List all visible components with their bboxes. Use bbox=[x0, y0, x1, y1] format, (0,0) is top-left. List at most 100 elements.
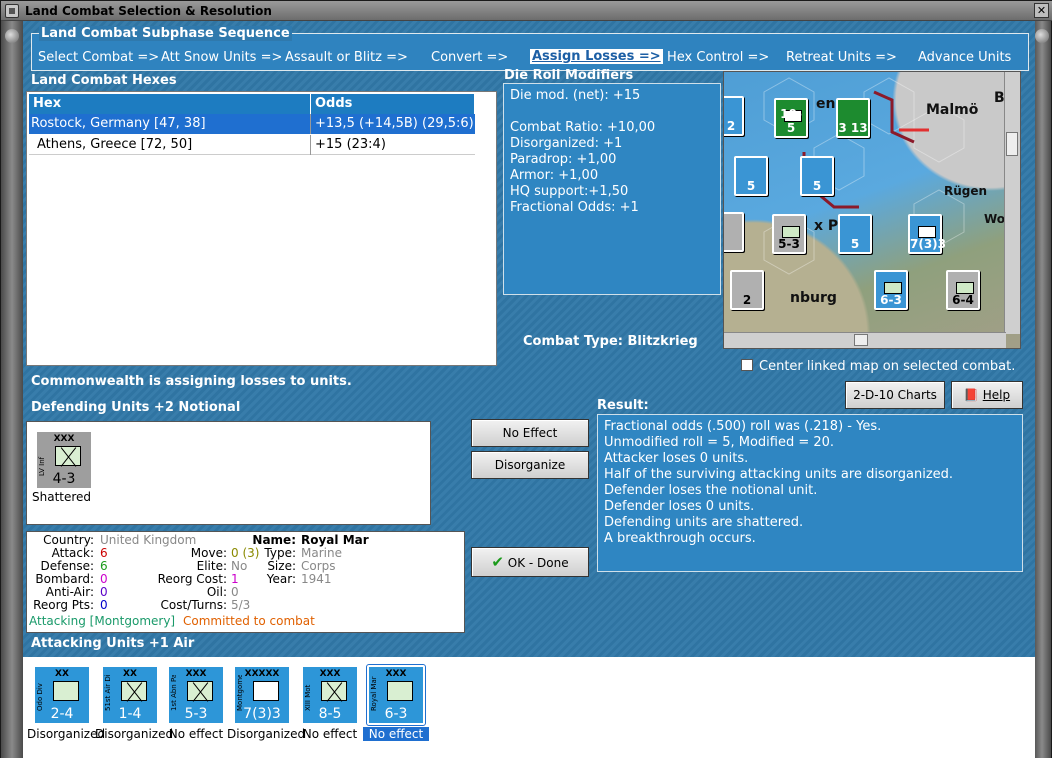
attacking-unit[interactable]: XXX 1st Abn Para 5-3 bbox=[167, 665, 225, 725]
step-assault-or-blitz[interactable]: Assault or Blitz => bbox=[285, 50, 408, 65]
map-counter[interactable]: 2 bbox=[730, 270, 764, 310]
map-counter[interactable]: 2 bbox=[724, 96, 744, 136]
result-line: Attacker loses 0 units. bbox=[604, 451, 749, 466]
odds-cell: +15 (23:4) bbox=[315, 137, 386, 152]
unit-strength: 4-3 bbox=[52, 471, 76, 487]
drm-line: Combat Ratio: +10,00 bbox=[510, 120, 656, 135]
attacking-unit-selected[interactable]: XXX Royal Mar 6-3 bbox=[366, 664, 426, 726]
scroll-thumb[interactable] bbox=[854, 334, 868, 346]
scroll-thumb[interactable] bbox=[1006, 132, 1018, 156]
drm-line: Fractional Odds: +1 bbox=[510, 200, 639, 215]
window-menu-icon[interactable] bbox=[5, 3, 19, 18]
die-roll-title: Die Roll Modifiers bbox=[504, 68, 634, 83]
status-message: Commonwealth is assigning losses to unit… bbox=[31, 374, 352, 389]
column-header-odds[interactable]: Odds bbox=[311, 94, 475, 114]
move-extra: (3) bbox=[242, 546, 260, 560]
move-label: Move: bbox=[190, 546, 227, 560]
map-counter[interactable]: 5 bbox=[734, 156, 768, 196]
antiair-label: Anti-Air: bbox=[45, 585, 94, 599]
unit-strength: 5-3 bbox=[184, 706, 208, 722]
oil-label: Oil: bbox=[206, 585, 227, 599]
column-header-hex[interactable]: Hex bbox=[29, 94, 311, 114]
marine-icon bbox=[387, 681, 413, 701]
odds-cell: +13,5 (+14,5B) (29,5:6) bbox=[315, 116, 474, 131]
attacking-unit[interactable]: XX 51st Air Div 1-4 bbox=[101, 665, 159, 725]
drm-line: Paradrop: +1,00 bbox=[510, 152, 617, 167]
step-assign-losses[interactable]: Assign Losses => bbox=[530, 49, 663, 64]
step-hex-control[interactable]: Hex Control => bbox=[667, 50, 769, 65]
costturns-label: Cost/Turns: bbox=[160, 598, 227, 612]
linked-map[interactable]: Malmö Bo Rügen Wol nburg x P en 2 10-5 3… bbox=[723, 71, 1021, 349]
map-counter[interactable]: 3 13 bbox=[836, 98, 870, 138]
result-line: Unmodified roll = 5, Modified = 20. bbox=[604, 435, 835, 450]
attacking-units-panel: XX Odo Div 2-4 Disorganized XX 51st Air … bbox=[23, 657, 1035, 758]
map-vertical-scrollbar[interactable] bbox=[1004, 72, 1020, 334]
infantry-icon bbox=[55, 446, 81, 466]
name-value: Royal Mar bbox=[301, 533, 369, 547]
step-advance-units[interactable]: Advance Units bbox=[918, 50, 1011, 65]
map-counter[interactable]: 7(3)3 bbox=[908, 214, 946, 254]
step-retreat-units[interactable]: Retreat Units => bbox=[786, 50, 897, 65]
knob-icon bbox=[5, 29, 19, 43]
map-horizontal-scrollbar[interactable] bbox=[724, 332, 1006, 348]
defending-unit[interactable]: XXX LV Inf 4-3 bbox=[35, 430, 93, 490]
table-row[interactable]: Rostock, Germany [47, 38] +13,5 (+14,5B)… bbox=[29, 114, 475, 134]
oil-value: 0 bbox=[231, 585, 239, 599]
close-button[interactable]: ✕ bbox=[1034, 3, 1049, 18]
paratroop-icon bbox=[187, 681, 213, 701]
bombard-label: Bombard: bbox=[35, 572, 94, 586]
map-counter[interactable]: 5-3 bbox=[772, 214, 806, 254]
defending-title: Defending Units +2 Notional bbox=[31, 400, 241, 415]
marine-icon bbox=[53, 681, 79, 701]
checkbox-icon[interactable] bbox=[741, 359, 753, 371]
unit-status: No effect bbox=[302, 727, 358, 741]
table-row[interactable]: Athens, Greece [72, 50] +15 (23:4) bbox=[29, 135, 475, 155]
year-value: 1941 bbox=[301, 572, 332, 586]
result-line: Half of the surviving attacking units ar… bbox=[604, 467, 954, 482]
unit-strength: 2-4 bbox=[50, 706, 74, 722]
disorganize-button[interactable]: Disorganize bbox=[471, 451, 589, 479]
attacking-status: Attacking [Montgomery] bbox=[29, 614, 176, 628]
reorgpts-value: 0 bbox=[100, 598, 108, 612]
attacking-unit[interactable]: XXXXX Montgomery 7(3)3 bbox=[233, 665, 291, 725]
result-line: Defender loses the notional unit. bbox=[604, 483, 818, 498]
step-select-combat[interactable]: Select Combat => bbox=[38, 50, 159, 65]
map-counter[interactable]: 6-3 bbox=[874, 270, 908, 310]
map-counter[interactable]: 10-5 bbox=[774, 98, 808, 138]
subphase-title: Land Combat Subphase Sequence bbox=[39, 26, 292, 41]
map-counter[interactable] bbox=[724, 212, 744, 252]
map-label: Rügen bbox=[944, 184, 988, 198]
map-counter[interactable]: 6-4 bbox=[946, 270, 980, 310]
defending-units-panel: XXX LV Inf 4-3 Shattered bbox=[26, 421, 431, 525]
unit-info-panel: Country: United Kingdom Attack: 6 Defens… bbox=[26, 531, 465, 633]
attack-label: Attack: bbox=[51, 546, 94, 560]
center-linked-checkbox[interactable]: Center linked map on selected combat. bbox=[741, 359, 1015, 374]
knob-icon bbox=[1035, 29, 1049, 43]
charts-button[interactable]: 2-D-10 Charts bbox=[845, 381, 945, 409]
die-roll-panel: Die mod. (net): +15 Combat Ratio: +10,00… bbox=[503, 83, 721, 295]
type-label: Type: bbox=[264, 546, 296, 560]
hq-icon bbox=[253, 681, 279, 701]
attacking-unit[interactable]: XXX XIII Mot 8-5 bbox=[301, 665, 359, 725]
no-effect-button[interactable]: No Effect bbox=[471, 419, 589, 447]
subphase-sequence: Land Combat Subphase Sequence Select Com… bbox=[31, 26, 1029, 71]
attacking-unit[interactable]: XX Odo Div 2-4 bbox=[33, 665, 91, 725]
unit-status: Disorganized bbox=[227, 727, 306, 741]
move-value: 0 (3) bbox=[231, 546, 259, 560]
unit-strength: 6-3 bbox=[384, 706, 408, 722]
hexes-table: Hex Odds Rostock, Germany [47, 38] +13,5… bbox=[26, 91, 497, 366]
step-convert[interactable]: Convert => bbox=[431, 50, 508, 65]
help-button[interactable]: 📕 Help bbox=[951, 381, 1023, 409]
map-counter[interactable]: 5 bbox=[838, 214, 872, 254]
unit-status: Disorganized bbox=[95, 727, 174, 741]
center-linked-label: Center linked map on selected combat. bbox=[759, 359, 1016, 374]
step-att-snow-units[interactable]: Att Snow Units => bbox=[161, 50, 282, 65]
attacking-title: Attacking Units +1 Air bbox=[31, 636, 195, 651]
map-counter[interactable]: 5 bbox=[800, 156, 834, 196]
ok-done-button[interactable]: ✔ OK - Done bbox=[471, 547, 589, 577]
help-book-icon: 📕 bbox=[963, 388, 979, 402]
type-value: Marine bbox=[301, 546, 342, 560]
window-frame: Land Combat Selection & Resolution ✕ Lan… bbox=[0, 0, 1052, 758]
result-line: A breakthrough occurs. bbox=[604, 531, 756, 546]
ok-done-label: OK - Done bbox=[507, 556, 569, 570]
